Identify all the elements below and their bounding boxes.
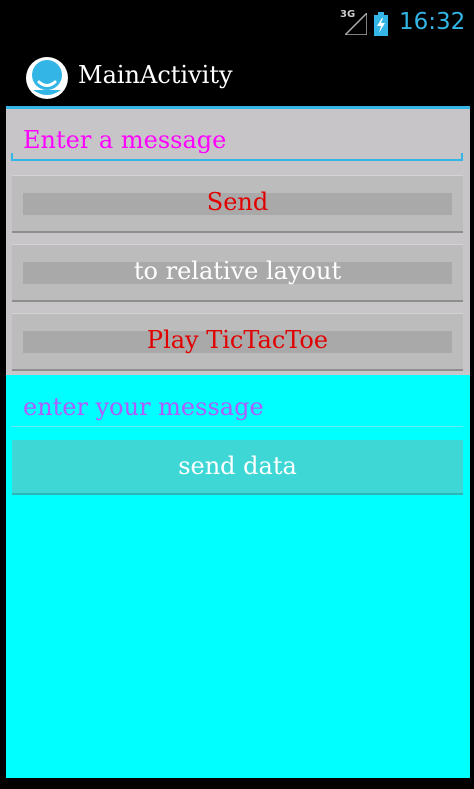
main-content: Send to relative layout Play TicTacToe s… [6, 106, 470, 778]
relative-layout-button[interactable]: to relative layout [12, 244, 463, 302]
battery-charging-icon [374, 12, 388, 36]
play-tictactoe-button-label: Play TicTacToe [146, 326, 329, 354]
page-title: MainActivity [78, 61, 233, 89]
send-data-button-label: send data [178, 452, 297, 480]
relative-layout-button-label: to relative layout [133, 257, 342, 285]
play-tictactoe-button[interactable]: Play TicTacToe [12, 313, 463, 371]
message-input[interactable] [11, 121, 463, 161]
send-button-label: Send [206, 188, 269, 216]
app-launcher-icon[interactable] [25, 56, 69, 100]
cyan-panel: send data [6, 375, 470, 778]
send-button[interactable]: Send [12, 175, 463, 233]
action-bar: MainActivity [0, 46, 474, 106]
send-data-button[interactable]: send data [12, 440, 463, 495]
input-underline-edge-left [11, 153, 13, 161]
clock: 16:32 [399, 9, 466, 35]
status-bar: 3G 16:32 [0, 0, 474, 46]
data-message-input[interactable] [11, 387, 463, 427]
signal-icon [345, 13, 367, 35]
input-underline-edge-right [461, 153, 463, 161]
